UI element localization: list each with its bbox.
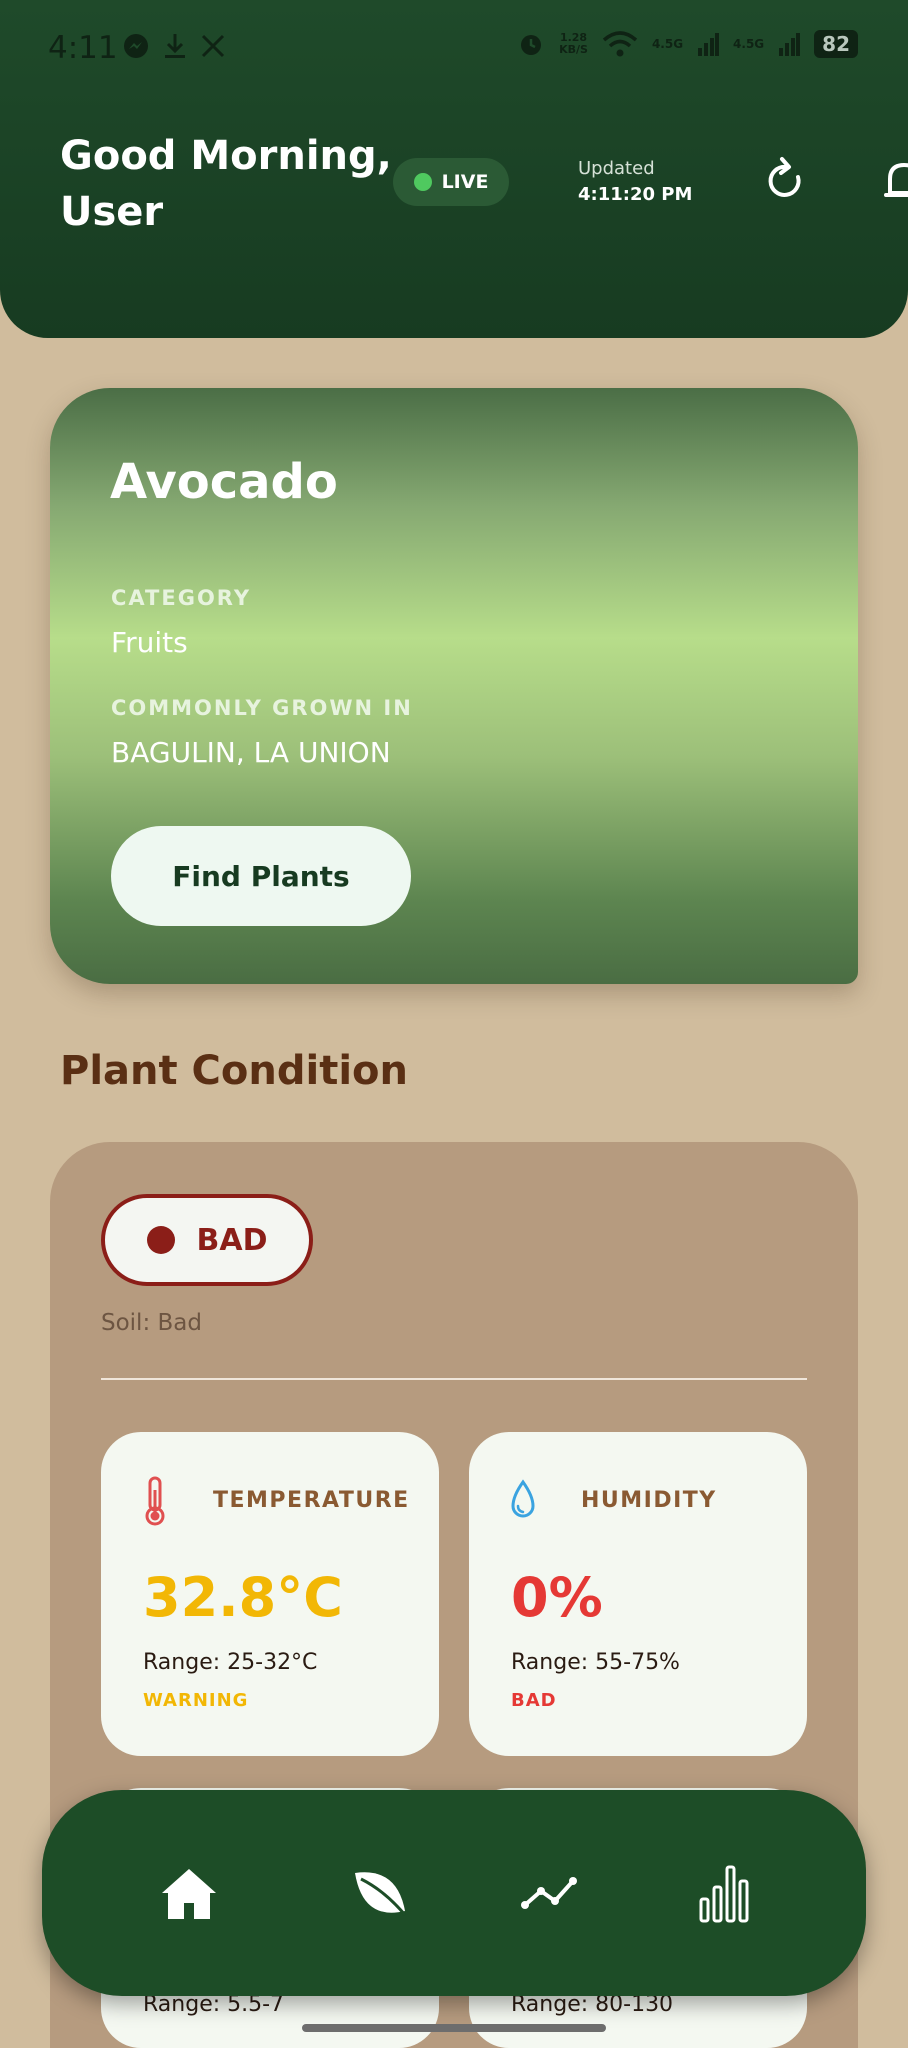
nav-analytics[interactable] <box>682 1850 768 1936</box>
plant-info-card: Avocado CATEGORY Fruits COMMONLY GROWN I… <box>50 388 858 984</box>
water-drop-icon <box>511 1479 535 1518</box>
thermometer-icon <box>145 1476 165 1526</box>
plant-name: Avocado <box>110 454 338 510</box>
network-speed: 1.28 KB/S <box>559 31 588 56</box>
soil-status: Soil: Bad <box>101 1310 202 1336</box>
find-plants-button[interactable]: Find Plants <box>111 826 411 926</box>
humidity-status: BAD <box>511 1690 557 1711</box>
category-label: CATEGORY <box>111 586 252 610</box>
status-bar: 4:11 1.28 KB/S 4.5G 4.5G 82 <box>0 22 908 78</box>
bar-chart-icon <box>699 1865 749 1923</box>
gesture-home-indicator[interactable] <box>302 2024 606 2032</box>
humidity-card[interactable]: HUMIDITY 0% Range: 55-75% BAD <box>469 1432 807 1756</box>
humidity-title: HUMIDITY <box>581 1488 717 1513</box>
overall-status-badge: BAD <box>101 1194 313 1286</box>
grown-in-label: COMMONLY GROWN IN <box>111 696 413 720</box>
battery-level: 82 <box>814 30 858 58</box>
status-right-icons: 1.28 KB/S 4.5G 4.5G 82 <box>517 30 858 58</box>
home-icon <box>162 1869 216 1919</box>
x-logo-icon <box>201 34 225 58</box>
temperature-value: 32.8°C <box>143 1566 343 1629</box>
temperature-range: Range: 25-32°C <box>143 1650 318 1675</box>
wifi-icon <box>602 31 638 57</box>
signal-1-label: 4.5G <box>651 37 684 51</box>
live-label: LIVE <box>441 171 489 193</box>
divider <box>101 1378 807 1380</box>
refresh-icon[interactable] <box>762 155 810 209</box>
temperature-card[interactable]: TEMPERATURE 32.8°C Range: 25-32°C WARNIN… <box>101 1432 439 1756</box>
nav-plants[interactable] <box>336 1850 422 1936</box>
alarm-icon <box>521 35 542 55</box>
download-icon <box>165 34 185 58</box>
plant-condition-title: Plant Condition <box>60 1048 408 1094</box>
updated-label: Updated <box>578 158 655 179</box>
overall-status-label: BAD <box>196 1222 268 1258</box>
messenger-icon <box>124 34 148 58</box>
signal-bars-icon <box>698 33 720 56</box>
trend-line-icon <box>521 1877 577 1909</box>
status-notification-icons <box>122 32 226 60</box>
temperature-status: WARNING <box>143 1690 249 1711</box>
status-time: 4:11 <box>48 30 118 66</box>
bell-icon[interactable] <box>880 155 908 209</box>
app-header: 4:11 1.28 KB/S 4.5G 4.5G 82 Good Morning… <box>0 0 908 338</box>
status-dot-icon <box>146 1226 175 1254</box>
greeting-title: Good Morning, User <box>60 133 392 235</box>
humidity-value: 0% <box>511 1566 603 1629</box>
signal-bars-icon <box>779 33 801 56</box>
grown-in-value: BAGULIN, LA UNION <box>111 736 391 769</box>
live-dot-icon <box>413 173 432 191</box>
leaf-icon <box>355 1872 407 1916</box>
signal-2-label: 4.5G <box>733 37 765 51</box>
temperature-title: TEMPERATURE <box>213 1488 410 1513</box>
humidity-range: Range: 55-75% <box>511 1650 680 1675</box>
nav-trends[interactable] <box>506 1850 592 1936</box>
live-badge: LIVE <box>393 158 509 206</box>
updated-time: 4:11:20 PM <box>578 184 693 205</box>
nav-home[interactable] <box>146 1850 232 1936</box>
bottom-navigation <box>42 1790 866 1996</box>
category-value: Fruits <box>111 626 188 659</box>
